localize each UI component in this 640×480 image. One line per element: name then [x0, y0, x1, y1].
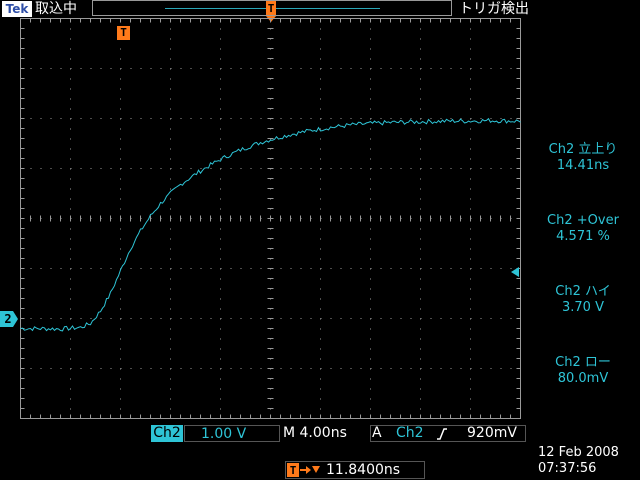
measurement-overshoot-label: Ch2 +Over	[547, 213, 619, 228]
grid-layer	[20, 18, 521, 419]
trigger-source: Ch2	[396, 425, 424, 441]
trigger-level: 920mV	[467, 425, 517, 441]
measurement-low-value: 80.0mV	[557, 371, 609, 386]
delay-arrow-icon: T	[287, 463, 320, 477]
date-readout: 12 Feb 2008	[538, 445, 619, 460]
measurement-rise-label: Ch2 立上り	[548, 142, 618, 157]
measurement-low-label: Ch2 ロー	[555, 355, 611, 370]
ch2-ground-marker-label: 2	[4, 312, 12, 326]
trigger-level-marker[interactable]	[511, 267, 519, 277]
rising-slope-icon	[437, 428, 447, 440]
timebase-readout[interactable]: M 4.00ns	[283, 425, 357, 442]
measurement-high-value: 3.70 V	[562, 300, 604, 315]
delay-value: 11.8400ns	[326, 462, 401, 478]
svg-text:T: T	[268, 2, 275, 15]
time-readout: 07:37:56	[538, 461, 597, 476]
measurement-rise-value: 14.41ns	[556, 158, 610, 173]
trigger-mode: A	[372, 425, 382, 441]
waveform-graticule	[20, 18, 521, 419]
channel-label[interactable]: Ch2	[151, 425, 183, 442]
measurement-overshoot-value: 4.571 %	[556, 229, 610, 244]
measurement-high-label: Ch2 ハイ	[555, 284, 611, 299]
trigger-time-marker[interactable]: T	[117, 26, 130, 40]
channel-scale[interactable]: 1.00 V	[184, 425, 280, 442]
acquisition-status: 取込中	[35, 1, 77, 17]
svg-text:T: T	[290, 464, 297, 477]
tek-logo: Tek	[2, 1, 32, 17]
trigger-status: トリガ検出	[459, 1, 529, 17]
